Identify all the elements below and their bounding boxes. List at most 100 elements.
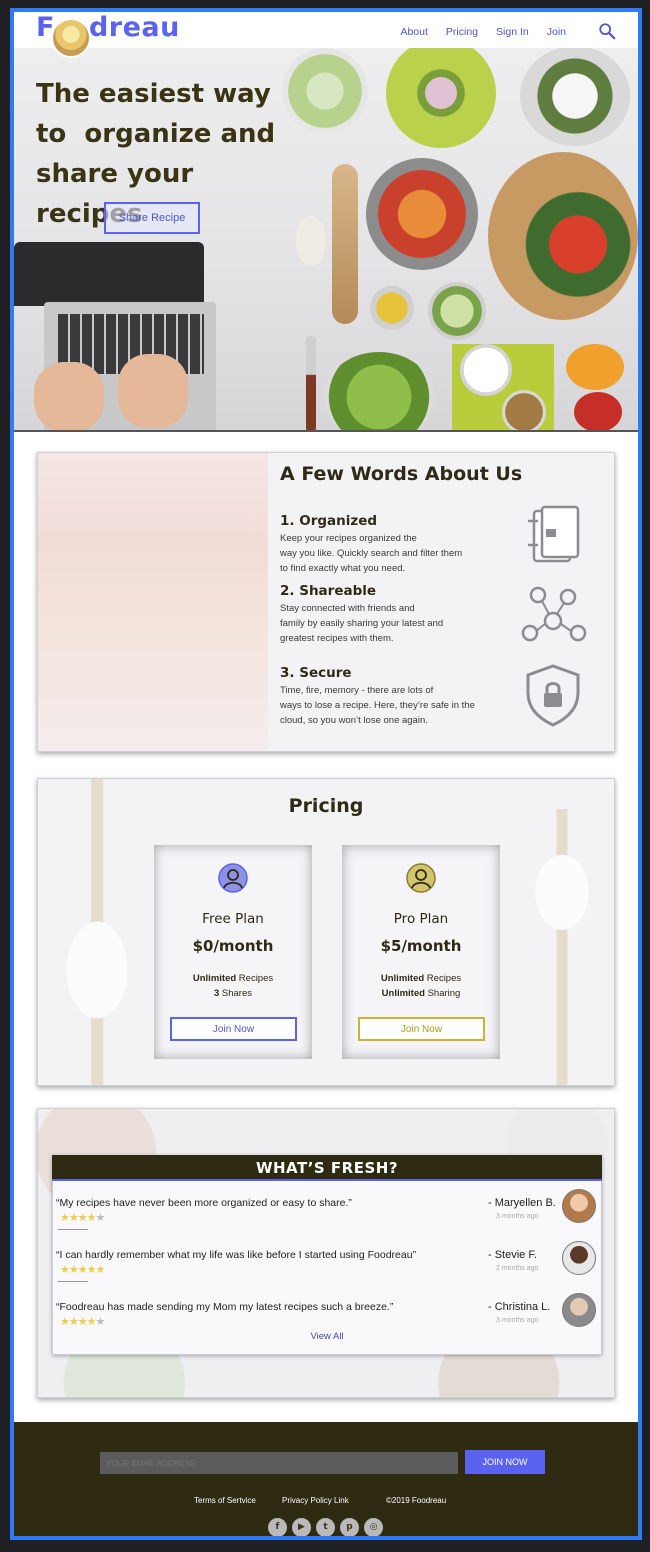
plan-price: $5/month	[380, 937, 462, 955]
review-author: - Stevie F.	[488, 1249, 537, 1261]
user-icon	[406, 863, 436, 893]
yellow-pepper-image	[566, 344, 624, 390]
feature-title: 3. Secure	[280, 665, 352, 681]
cucumber-bowl-image	[428, 282, 486, 340]
user-icon	[218, 863, 248, 893]
join-now-button[interactable]: JOIN NOW	[465, 1450, 545, 1474]
social-links: f ▶ t p ◎	[268, 1518, 383, 1536]
join-pro-plan-button[interactable]: Join Now	[358, 1017, 485, 1041]
feature-text: Keep your recipes organized the	[280, 533, 417, 544]
about-title: A Few Words About Us	[280, 463, 523, 485]
search-icon[interactable]	[598, 22, 616, 40]
onion-rings-image	[520, 46, 630, 146]
privacy-policy-link[interactable]: Privacy Policy Link	[282, 1496, 349, 1505]
nav-link-about[interactable]: About	[400, 26, 427, 38]
review-author: - Maryellen B.	[488, 1197, 556, 1209]
book-icon	[528, 505, 580, 563]
review-author: - Christina L.	[488, 1301, 551, 1313]
about-background-image	[38, 453, 268, 751]
plan-feature: 3 Shares	[213, 988, 253, 999]
review-quote: “My recipes have never been more organiz…	[56, 1197, 352, 1209]
knife-image	[306, 336, 316, 430]
nav-links: About Pricing Sign In Join	[400, 26, 566, 38]
twitter-icon[interactable]: t	[316, 1518, 335, 1536]
hero-section: The easiest way to organize and share yo…	[14, 46, 638, 432]
join-free-plan-button[interactable]: Join Now	[170, 1017, 297, 1041]
review-time: 3 months ago	[496, 1213, 539, 1220]
reviewer-avatar	[562, 1189, 596, 1223]
spoon-right-image	[512, 809, 612, 1085]
laptop-image	[14, 242, 216, 430]
feature-text: ways to lose a recipe. Here, they’re saf…	[280, 700, 475, 711]
review-time: 2 months ago	[496, 1265, 539, 1272]
copyright-text: ©2019 Foodreau	[386, 1496, 447, 1505]
hero-title-line-1: The easiest way	[36, 79, 271, 109]
review-quote: “I can hardly remember what my life was …	[56, 1249, 417, 1261]
feature-secure: 3. Secure Time, fire, memory - there are…	[280, 665, 510, 728]
review-quote: “Foodreau has made sending my Mom my lat…	[56, 1301, 394, 1313]
logo-text-end: dreau	[88, 12, 180, 43]
reviewer-avatar	[562, 1241, 596, 1275]
facebook-icon[interactable]: f	[268, 1518, 287, 1536]
lentil-bowl-image	[502, 390, 546, 430]
reviewer-avatar	[562, 1293, 596, 1327]
whats-fresh-section: WHAT’S FRESH? “My recipes have never bee…	[37, 1108, 615, 1398]
spoon-left-image	[42, 779, 152, 1085]
plan-card-free: Free Plan $0/month Unlimited Recipes 3 S…	[154, 845, 312, 1059]
plan-feature: Unlimited Recipes	[192, 973, 274, 984]
nav-link-pricing[interactable]: Pricing	[446, 26, 478, 38]
plan-name: Pro Plan	[393, 911, 449, 927]
pricing-section: Pricing Free Plan $0/month Unlimited Rec…	[37, 778, 615, 1086]
feature-title: 1. Organized	[280, 513, 378, 529]
plan-feature: Unlimited Recipes	[380, 973, 462, 984]
star-rating: ★★★★★	[60, 1315, 105, 1328]
network-icon	[521, 586, 587, 642]
feature-title: 2. Shareable	[280, 583, 377, 599]
youtube-icon[interactable]: ▶	[292, 1518, 311, 1536]
garlic-image	[296, 216, 326, 266]
email-input[interactable]	[100, 1452, 458, 1474]
feature-text: family by easily sharing your latest and	[280, 618, 444, 629]
red-pepper-image	[574, 392, 622, 430]
feature-text: cloud, so you won’t lose one again.	[280, 715, 428, 726]
feature-text: Stay connected with friends and	[280, 603, 415, 614]
footer: JOIN NOW Terms of Sertvice Privacy Polic…	[14, 1422, 638, 1536]
feature-text: way you like. Quickly search and filter …	[280, 548, 463, 559]
plan-price: $0/month	[192, 937, 274, 955]
instagram-icon[interactable]: ◎	[364, 1518, 383, 1536]
page-frame: Fdreau About Pricing Sign In Join The ea…	[10, 8, 642, 1540]
salt-bowl-image	[460, 344, 512, 396]
pricing-title: Pricing	[288, 795, 364, 817]
plan-feature: Unlimited Sharing	[381, 988, 461, 999]
whats-fresh-title: WHAT’S FRESH?	[52, 1155, 602, 1181]
terms-link[interactable]: Terms of Sertvice	[194, 1496, 256, 1505]
star-rating: ★★★★★	[60, 1211, 105, 1224]
star-rating: ★★★★★	[60, 1263, 105, 1276]
view-all-link[interactable]: View All	[38, 1331, 614, 1342]
peppers-bowl-image	[366, 158, 478, 270]
review-item: “I can hardly remember what my life was …	[56, 1241, 596, 1287]
lettuce-bowl-image	[324, 352, 434, 430]
shield-lock-icon	[526, 664, 580, 727]
review-time: 3 months ago	[496, 1317, 539, 1324]
onion-plate-image	[386, 46, 496, 148]
oil-bowl-image	[370, 286, 414, 330]
hero-title-line-2: to organize and	[36, 119, 276, 149]
divider	[58, 1229, 88, 1230]
plan-card-pro: Pro Plan $5/month Unlimited Recipes Unli…	[342, 845, 500, 1059]
nav-link-join[interactable]: Join	[547, 26, 566, 38]
cutting-board-image	[488, 152, 638, 320]
divider	[58, 1281, 88, 1282]
plan-name: Free Plan	[202, 911, 264, 927]
logo[interactable]: Fdreau	[36, 12, 180, 58]
logo-avatar	[50, 18, 91, 58]
pinterest-icon[interactable]: p	[340, 1518, 359, 1536]
review-item: “My recipes have never been more organiz…	[56, 1189, 596, 1235]
feature-organized: 1. Organized Keep your recipes organized…	[280, 513, 510, 576]
nav-link-sign-in[interactable]: Sign In	[496, 26, 529, 38]
feature-text: to find exactly what you need.	[280, 563, 406, 574]
top-nav: Fdreau About Pricing Sign In Join	[14, 12, 638, 58]
about-section: A Few Words About Us 1. Organized Keep y…	[37, 452, 615, 752]
share-recipe-button[interactable]: Share Recipe	[104, 202, 200, 234]
spoon-image	[332, 164, 358, 324]
